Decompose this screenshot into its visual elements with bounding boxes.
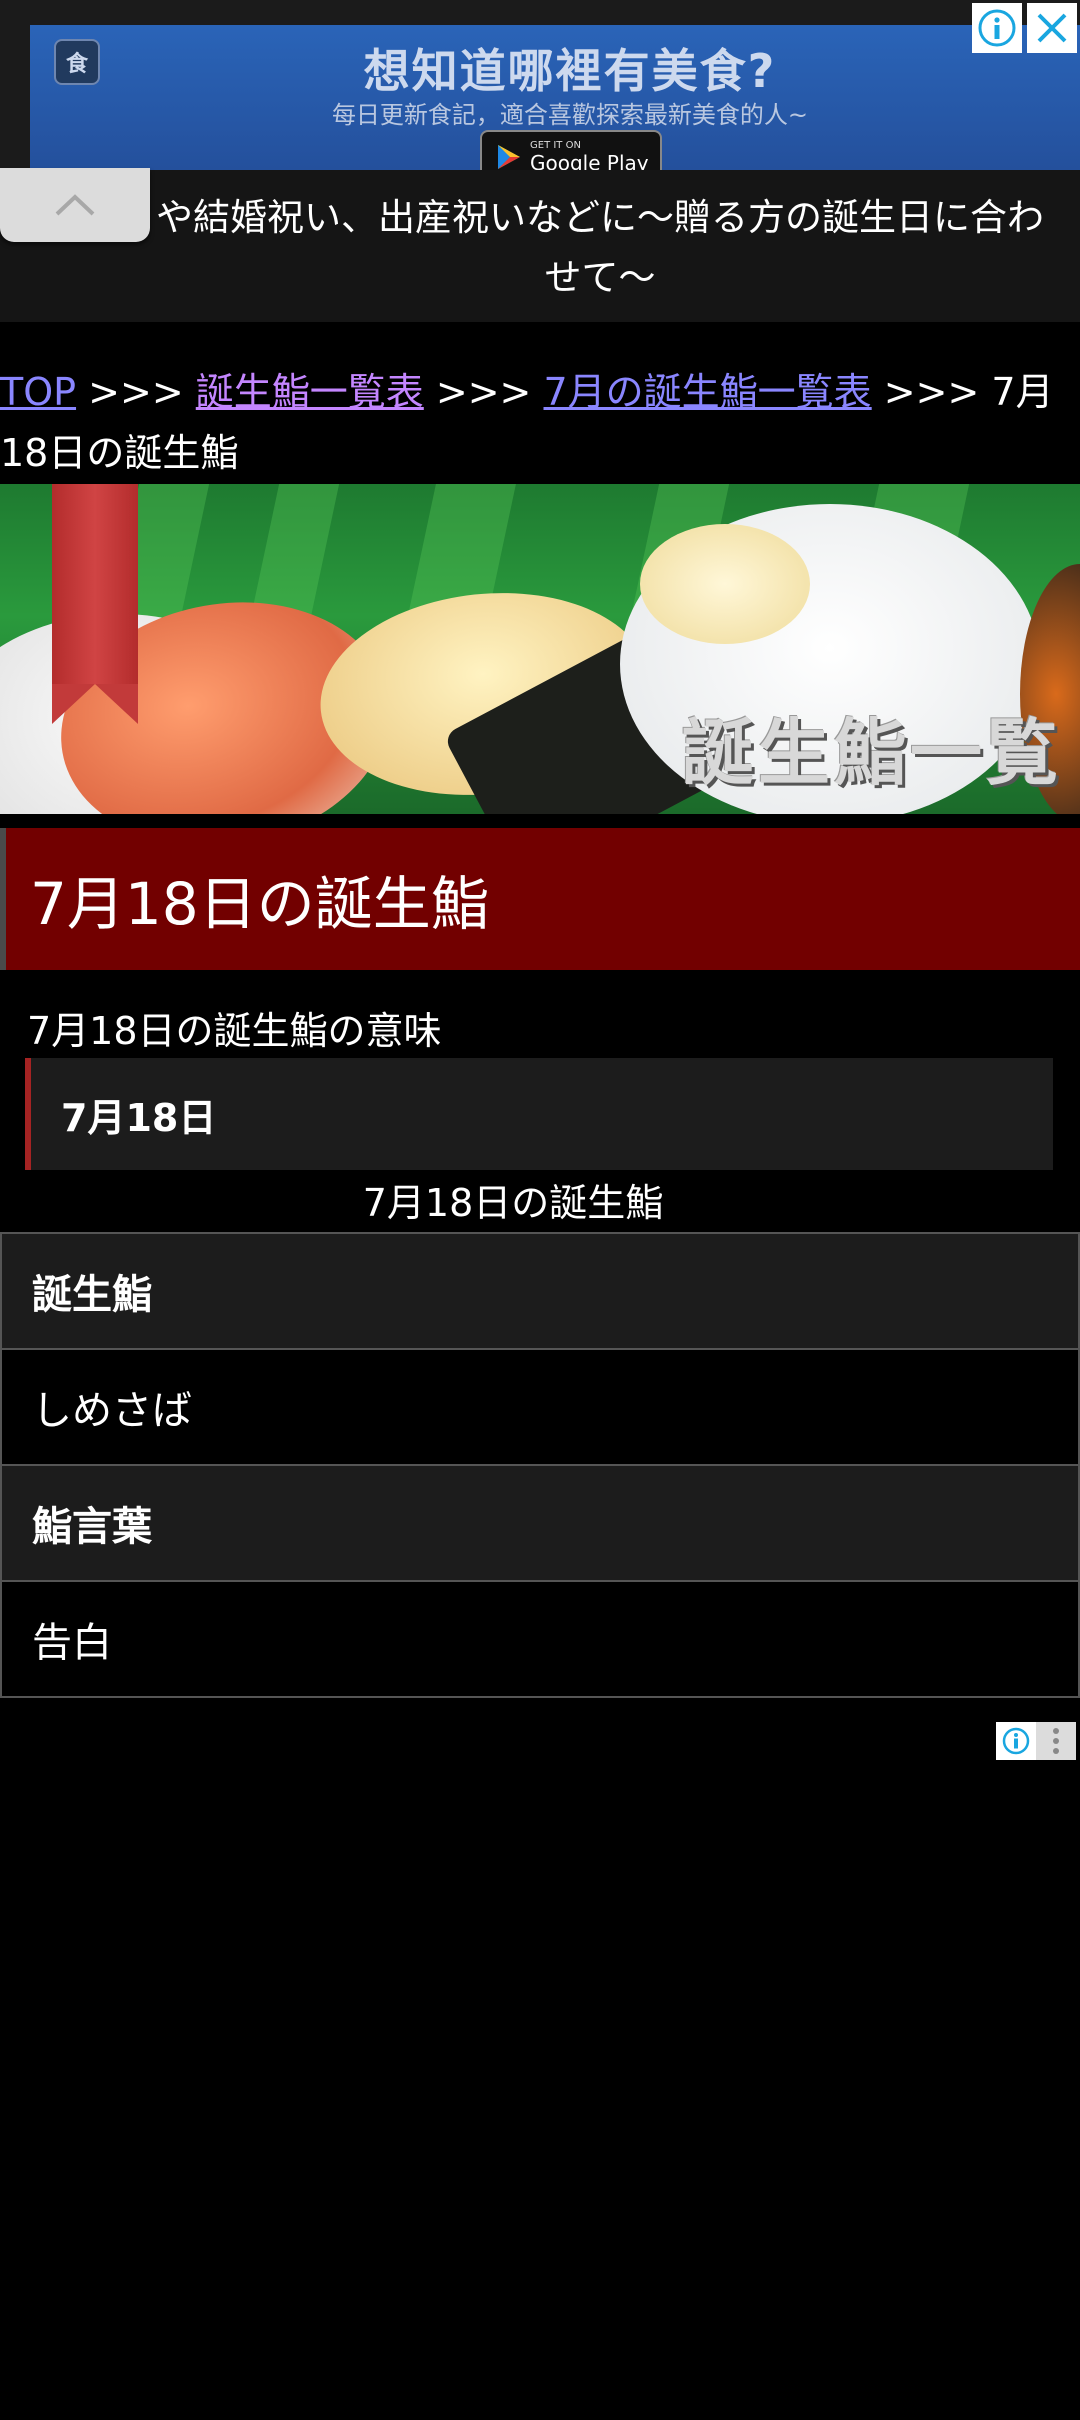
hero-label: 誕生鮨一覧: [681, 711, 1062, 795]
breadcrumb-top-link[interactable]: TOP: [0, 370, 76, 414]
table-row: 誕生鮨: [0, 1232, 1080, 1350]
collapse-ad-button[interactable]: [0, 168, 150, 242]
google-play-button[interactable]: GET IT ON Google Play: [480, 130, 662, 170]
page-title-bar: 7月18日の誕生鮨: [0, 828, 1080, 970]
ad-title: 想知道哪裡有美食?: [363, 44, 777, 98]
table-caption: 7月18日の誕生鮨: [362, 1181, 664, 1225]
ad-close-icon[interactable]: [1027, 3, 1077, 53]
play-big-text: Google Play: [530, 150, 649, 171]
breadcrumb-separator: >>>: [88, 370, 184, 414]
breadcrumb-list-link[interactable]: 誕生鮨一覧表: [196, 370, 424, 414]
ad-banner[interactable]: 食 想知道哪裡有美食? 每日更新食記，適合喜歡探索最新美食的人~ GET IT …: [0, 0, 1080, 170]
page-title: 7月18日の誕生鮨: [30, 870, 489, 938]
date-heading: 7月18日: [25, 1058, 1053, 1170]
more-options-icon[interactable]: [1036, 1722, 1076, 1760]
play-small-text: GET IT ON: [530, 139, 581, 151]
table-header-cell: 誕生鮨: [0, 1232, 1080, 1350]
ad-creative[interactable]: 食 想知道哪裡有美食? 每日更新食記，適合喜歡探索最新美食的人~ GET IT …: [30, 25, 1080, 170]
play-store-icon: [498, 145, 520, 169]
table-header-cell: 鮨言葉: [0, 1464, 1080, 1582]
ad-subtitle: 每日更新食記，適合喜歡探索最新美食的人~: [331, 101, 809, 129]
table-row: しめさば: [0, 1348, 1080, 1466]
birthday-sushi-table: 誕生鮨 しめさば 鮨言葉 告白: [0, 1232, 1080, 1698]
breadcrumb-separator: >>>: [883, 370, 980, 414]
header-tagline: や結婚祝い、出産祝いなどに〜贈る方の誕生日に合わせて〜: [156, 196, 1044, 299]
ad-info-icon[interactable]: [996, 1722, 1036, 1760]
breadcrumb-separator: >>>: [435, 370, 532, 414]
table-value-cell: 告白: [0, 1580, 1080, 1698]
section-heading: 7月18日の誕生鮨の意味: [27, 1009, 442, 1053]
table-row: 告白: [0, 1580, 1080, 1698]
chevron-up-icon: [55, 194, 95, 216]
breadcrumb: TOP >>> 誕生鮨一覧表 >>> 7月の誕生鮨一覧表 >>> 7月18日の誕…: [0, 362, 1080, 484]
page: 食 想知道哪裡有美食? 每日更新食記，適合喜歡探索最新美食的人~ GET IT …: [0, 0, 1080, 2420]
ad-info-icon[interactable]: [972, 3, 1022, 53]
ad-choices[interactable]: [996, 1722, 1076, 1760]
bookmark-ribbon: [52, 484, 138, 724]
breadcrumb-month-link[interactable]: 7月の誕生鮨一覧表: [544, 370, 872, 414]
table-value-cell: しめさば: [0, 1348, 1080, 1466]
table-row: 鮨言葉: [0, 1464, 1080, 1582]
hero-image: 誕生鮨一覧: [0, 484, 1080, 814]
